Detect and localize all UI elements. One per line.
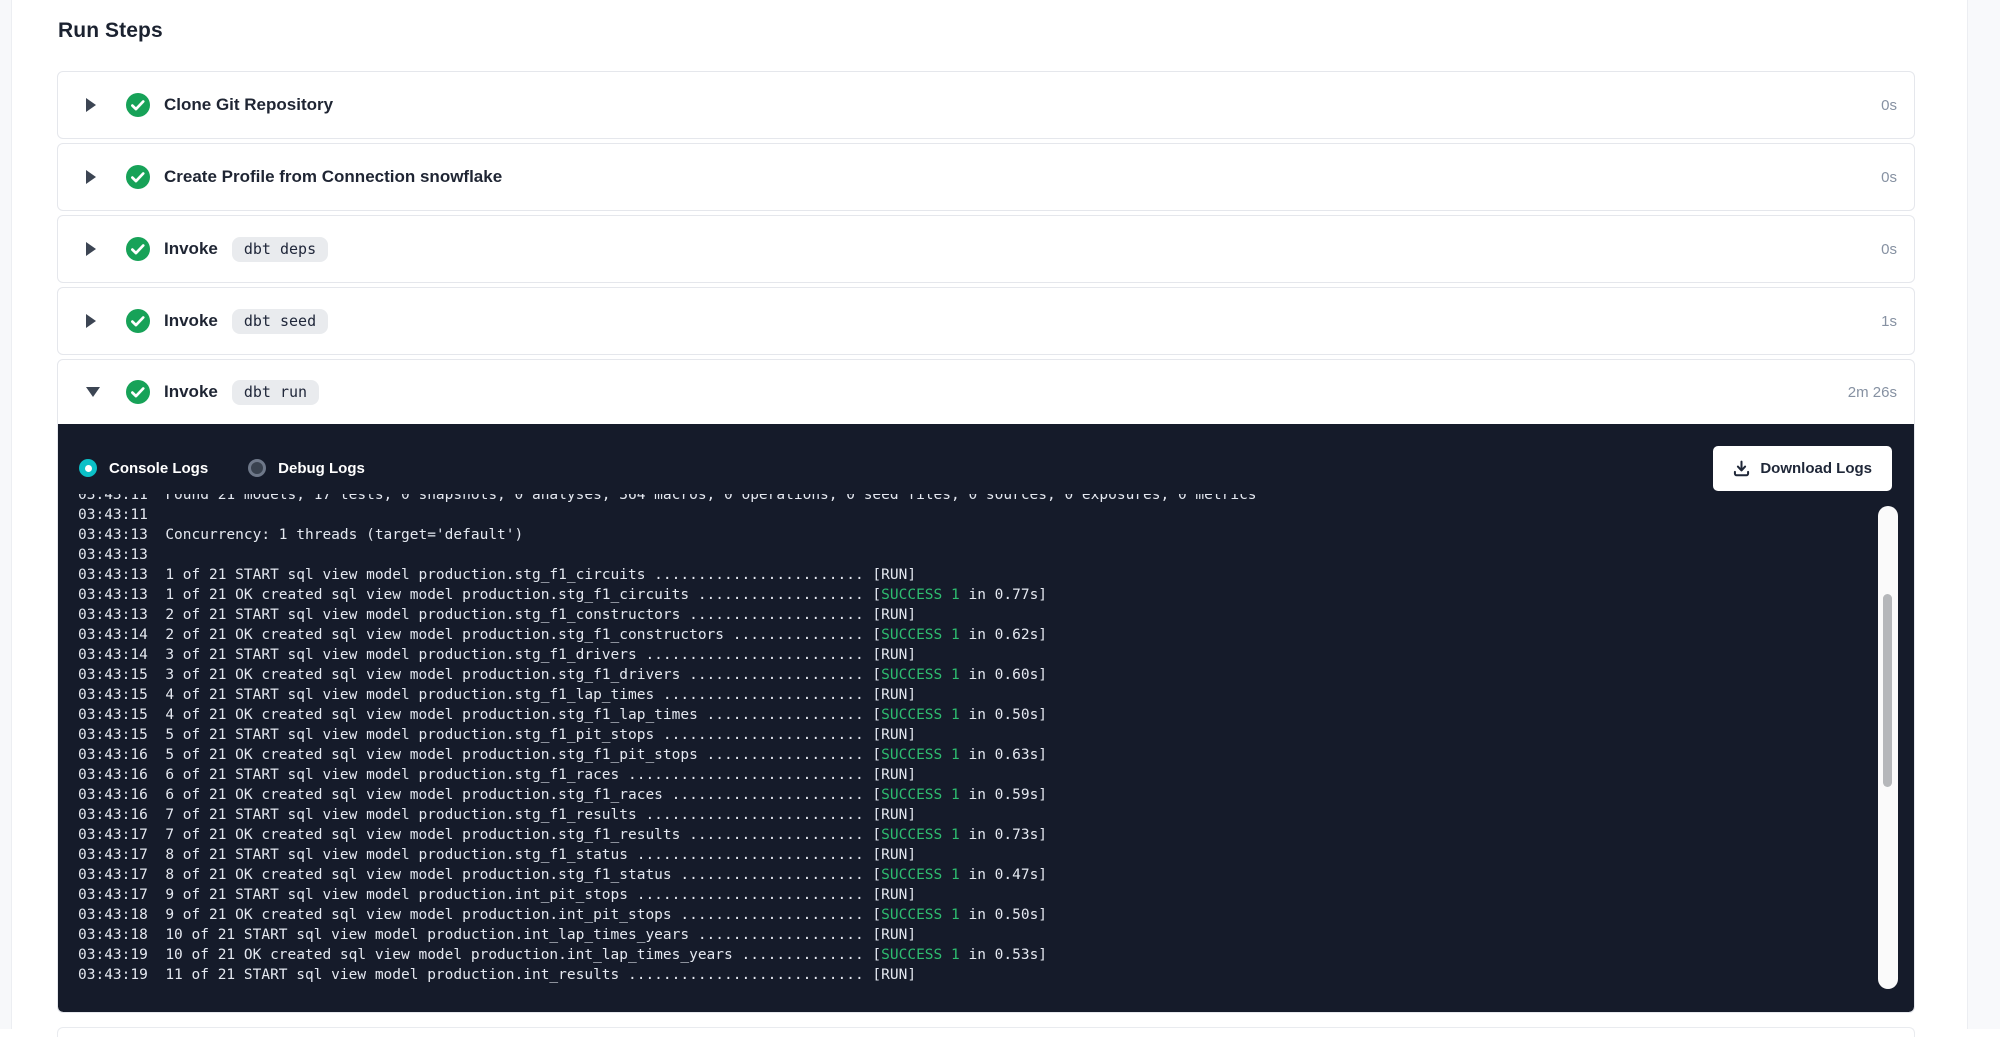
log-line: 03:43:18 9 of 21 OK created sql view mod… (78, 905, 1914, 925)
log-line: 03:43:14 2 of 21 OK created sql view mod… (78, 625, 1914, 645)
log-line: 03:43:11 (78, 505, 1914, 525)
log-line: 03:43:19 10 of 21 OK created sql view mo… (78, 945, 1914, 965)
log-line: 03:43:13 2 of 21 START sql view model pr… (78, 605, 1914, 625)
debug-logs-label: Debug Logs (278, 460, 365, 477)
log-line: 03:43:13 Concurrency: 1 threads (target=… (78, 525, 1914, 545)
log-scrollbar[interactable] (1878, 506, 1898, 989)
console-log-output[interactable]: 03:43:11 Found 21 models, 17 tests, 0 sn… (58, 494, 1914, 1004)
log-line: 03:43:17 9 of 21 START sql view model pr… (78, 885, 1914, 905)
success-check-icon (126, 309, 150, 333)
step-duration: 0s (1881, 169, 1897, 186)
command-badge: dbt run (232, 380, 319, 405)
chevron-right-icon[interactable] (86, 170, 102, 184)
step-row-invoke-dbt-seed[interactable]: Invoke dbt seed 1s (57, 287, 1915, 355)
step-label: Clone Git Repository (164, 95, 333, 115)
download-icon (1733, 460, 1750, 477)
step-row-create-profile[interactable]: Create Profile from Connection snowflake… (57, 143, 1915, 211)
step-row-clone-git-repository[interactable]: Clone Git Repository 0s (57, 71, 1915, 139)
command-badge: dbt seed (232, 309, 328, 334)
success-check-icon (126, 380, 150, 404)
log-line: 03:43:15 4 of 21 START sql view model pr… (78, 685, 1914, 705)
step-label: Invoke (164, 382, 218, 402)
log-scrollbar-thumb[interactable] (1883, 594, 1892, 787)
console-logs-radio[interactable]: Console Logs (79, 459, 208, 477)
step-duration: 1s (1881, 313, 1897, 330)
log-line: 03:43:11 Found 21 models, 17 tests, 0 sn… (78, 494, 1914, 505)
download-logs-label: Download Logs (1760, 460, 1872, 477)
log-line: 03:43:17 8 of 21 OK created sql view mod… (78, 865, 1914, 885)
step-row-invoke-dbt-deps[interactable]: Invoke dbt deps 0s (57, 215, 1915, 283)
chevron-right-icon[interactable] (86, 242, 102, 256)
chevron-right-icon[interactable] (86, 98, 102, 112)
step-header[interactable]: Invoke dbt run 2m 26s (58, 360, 1914, 424)
log-line: 03:43:18 10 of 21 START sql view model p… (78, 925, 1914, 945)
chevron-down-icon[interactable] (86, 387, 102, 397)
log-line: 03:43:13 1 of 21 START sql view model pr… (78, 565, 1914, 585)
run-steps-section: Run Steps Clone Git Repository 0s Create… (57, 0, 1915, 1017)
success-check-icon (126, 93, 150, 117)
log-line: 03:43:19 11 of 21 START sql view model p… (78, 965, 1914, 985)
radio-selected-icon[interactable] (79, 459, 97, 477)
log-line: 03:43:15 3 of 21 OK created sql view mod… (78, 665, 1914, 685)
success-check-icon (126, 237, 150, 261)
log-line: 03:43:15 4 of 21 OK created sql view mod… (78, 705, 1914, 725)
command-badge: dbt deps (232, 237, 328, 262)
right-page-gutter (1967, 0, 2000, 1029)
radio-unselected-icon[interactable] (248, 459, 266, 477)
log-line: 03:43:13 (78, 545, 1914, 565)
log-toolbar: Console Logs Debug Logs Download Logs (58, 424, 1914, 492)
log-line: 03:43:16 5 of 21 OK created sql view mod… (78, 745, 1914, 765)
console-logs-label: Console Logs (109, 460, 208, 477)
log-panel: Console Logs Debug Logs Download Logs 03… (58, 424, 1914, 1012)
step-list: Clone Git Repository 0s Create Profile f… (57, 71, 1915, 1013)
success-check-icon (126, 165, 150, 189)
step-row-invoke-dbt-run: Invoke dbt run 2m 26s Console Logs Debug… (57, 359, 1915, 1013)
step-duration: 2m 26s (1848, 384, 1897, 401)
log-line: 03:43:16 7 of 21 START sql view model pr… (78, 805, 1914, 825)
log-line: 03:43:17 7 of 21 OK created sql view mod… (78, 825, 1914, 845)
step-label: Create Profile from Connection snowflake (164, 167, 502, 187)
log-lines: 03:43:11 Found 21 models, 17 tests, 0 sn… (78, 494, 1914, 985)
page-title: Run Steps (58, 19, 1915, 43)
step-duration: 0s (1881, 241, 1897, 258)
log-line: 03:43:16 6 of 21 OK created sql view mod… (78, 785, 1914, 805)
log-line: 03:43:15 5 of 21 START sql view model pr… (78, 725, 1914, 745)
step-label: Invoke (164, 239, 218, 259)
debug-logs-radio[interactable]: Debug Logs (248, 459, 365, 477)
step-label: Invoke (164, 311, 218, 331)
left-page-gutter (0, 0, 12, 1029)
log-line: 03:43:16 6 of 21 START sql view model pr… (78, 765, 1914, 785)
log-line: 03:43:13 1 of 21 OK created sql view mod… (78, 585, 1914, 605)
chevron-right-icon[interactable] (86, 314, 102, 328)
log-type-radio-group: Console Logs Debug Logs (79, 459, 365, 477)
download-logs-button[interactable]: Download Logs (1713, 446, 1892, 491)
log-line: 03:43:17 8 of 21 START sql view model pr… (78, 845, 1914, 865)
log-line: 03:43:14 3 of 21 START sql view model pr… (78, 645, 1914, 665)
step-duration: 0s (1881, 97, 1897, 114)
